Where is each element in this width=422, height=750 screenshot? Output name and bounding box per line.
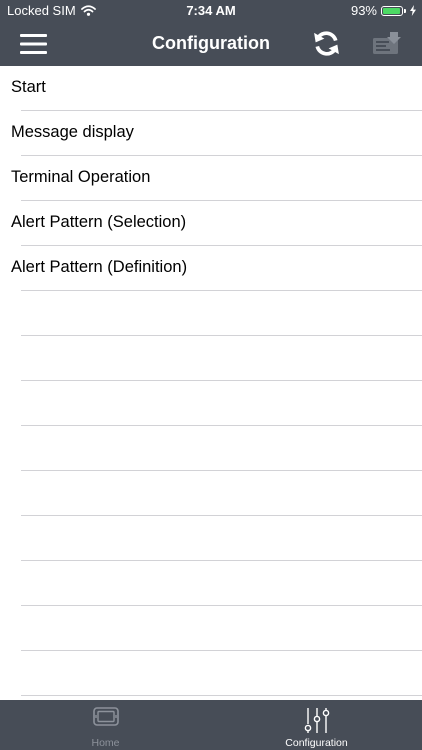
empty-list-row: [0, 426, 422, 471]
terminal-device-icon: [92, 707, 119, 726]
battery-tip: [404, 8, 406, 13]
empty-list-row: [0, 516, 422, 561]
empty-list-row: [0, 381, 422, 426]
battery-icon: [381, 5, 403, 16]
empty-list-row: [0, 336, 422, 381]
navigation-bar: Configuration: [0, 22, 422, 66]
tab-bar: Home Configuration: [0, 700, 422, 750]
charging-bolt-icon: [410, 5, 416, 16]
empty-list-row: [0, 291, 422, 336]
empty-list-row: [0, 561, 422, 606]
tab-home-label: Home: [91, 737, 120, 749]
sliders-icon: [304, 708, 329, 733]
list-item[interactable]: Message display: [0, 111, 422, 156]
list-item[interactable]: Start: [0, 66, 422, 111]
battery-percent: 93%: [350, 3, 377, 18]
tab-configuration[interactable]: Configuration: [211, 700, 422, 750]
configuration-list: Start Message display Terminal Operation Al…: [0, 66, 422, 696]
page-title: Configuration: [152, 33, 270, 53]
list-item[interactable]: Alert Pattern (Definition): [0, 246, 422, 291]
list-item-label: Terminal Operation: [11, 168, 151, 186]
empty-list-row: [0, 471, 422, 516]
export-icon[interactable]: [372, 31, 401, 57]
list-item-label: Message display: [11, 123, 134, 141]
tab-home[interactable]: Home: [0, 700, 211, 750]
status-right: 93%: [351, 3, 416, 18]
list-item-label: Start: [11, 78, 46, 96]
empty-list-row: [0, 651, 422, 696]
status-bar: Locked SIM 7:34 AM 93%: [0, 0, 422, 22]
list-item[interactable]: Alert Pattern (Selection): [0, 201, 422, 246]
empty-list-row: [0, 606, 422, 651]
list-item-label: Alert Pattern (Definition): [11, 258, 188, 276]
battery-fill: [383, 7, 400, 14]
list-item[interactable]: Terminal Operation: [0, 156, 422, 201]
row-separator: [21, 695, 422, 696]
list-item-label: Alert Pattern (Selection): [11, 213, 187, 231]
refresh-icon[interactable]: [311, 28, 342, 59]
tab-configuration-label: Configuration: [285, 737, 348, 749]
